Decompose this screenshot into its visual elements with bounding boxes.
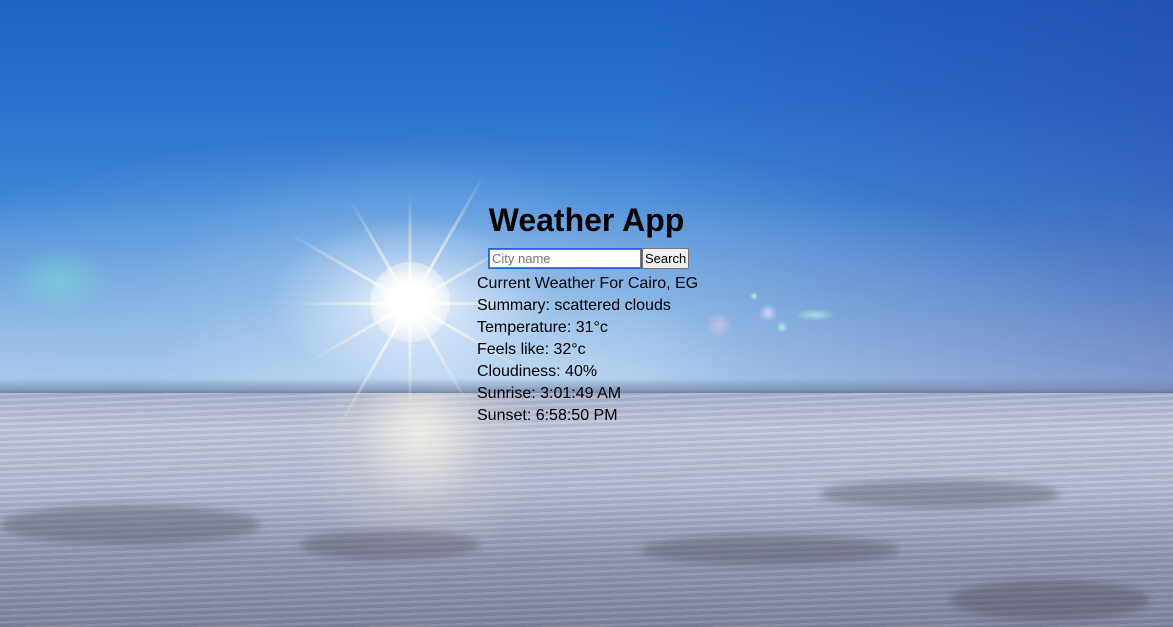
- search-form: Search: [488, 248, 690, 269]
- lens-flare: [795, 309, 835, 321]
- weather-cloudiness: Cloudiness: 40%: [477, 363, 598, 380]
- weather-heading: Current Weather For Cairo, EG: [477, 275, 699, 292]
- snow-drift: [0, 505, 260, 545]
- app-title: Weather App: [488, 202, 685, 238]
- weather-temperature: Temperature: 31°c: [477, 319, 608, 336]
- weather-sunset: Sunset: 6:58:50 PM: [477, 407, 618, 424]
- snow-drift: [640, 535, 900, 565]
- snow-drift: [300, 530, 480, 560]
- weather-feels-like: Feels like: 32°c: [477, 341, 586, 358]
- lens-flare: [758, 305, 778, 321]
- lens-flare: [750, 292, 758, 300]
- weather-summary: Summary: scattered clouds: [477, 297, 671, 314]
- snow-drift: [950, 580, 1150, 620]
- lens-flare: [775, 322, 789, 332]
- snow-drift: [820, 480, 1060, 508]
- weather-results: Current Weather For Cairo, EG Summary: s…: [477, 273, 698, 427]
- sun: [370, 262, 450, 342]
- lens-flare: [705, 313, 733, 337]
- city-name-input[interactable]: [488, 248, 642, 269]
- lens-flare: [10, 245, 110, 315]
- weather-sunrise: Sunrise: 3:01:49 AM: [477, 385, 622, 402]
- search-button[interactable]: Search: [642, 248, 690, 269]
